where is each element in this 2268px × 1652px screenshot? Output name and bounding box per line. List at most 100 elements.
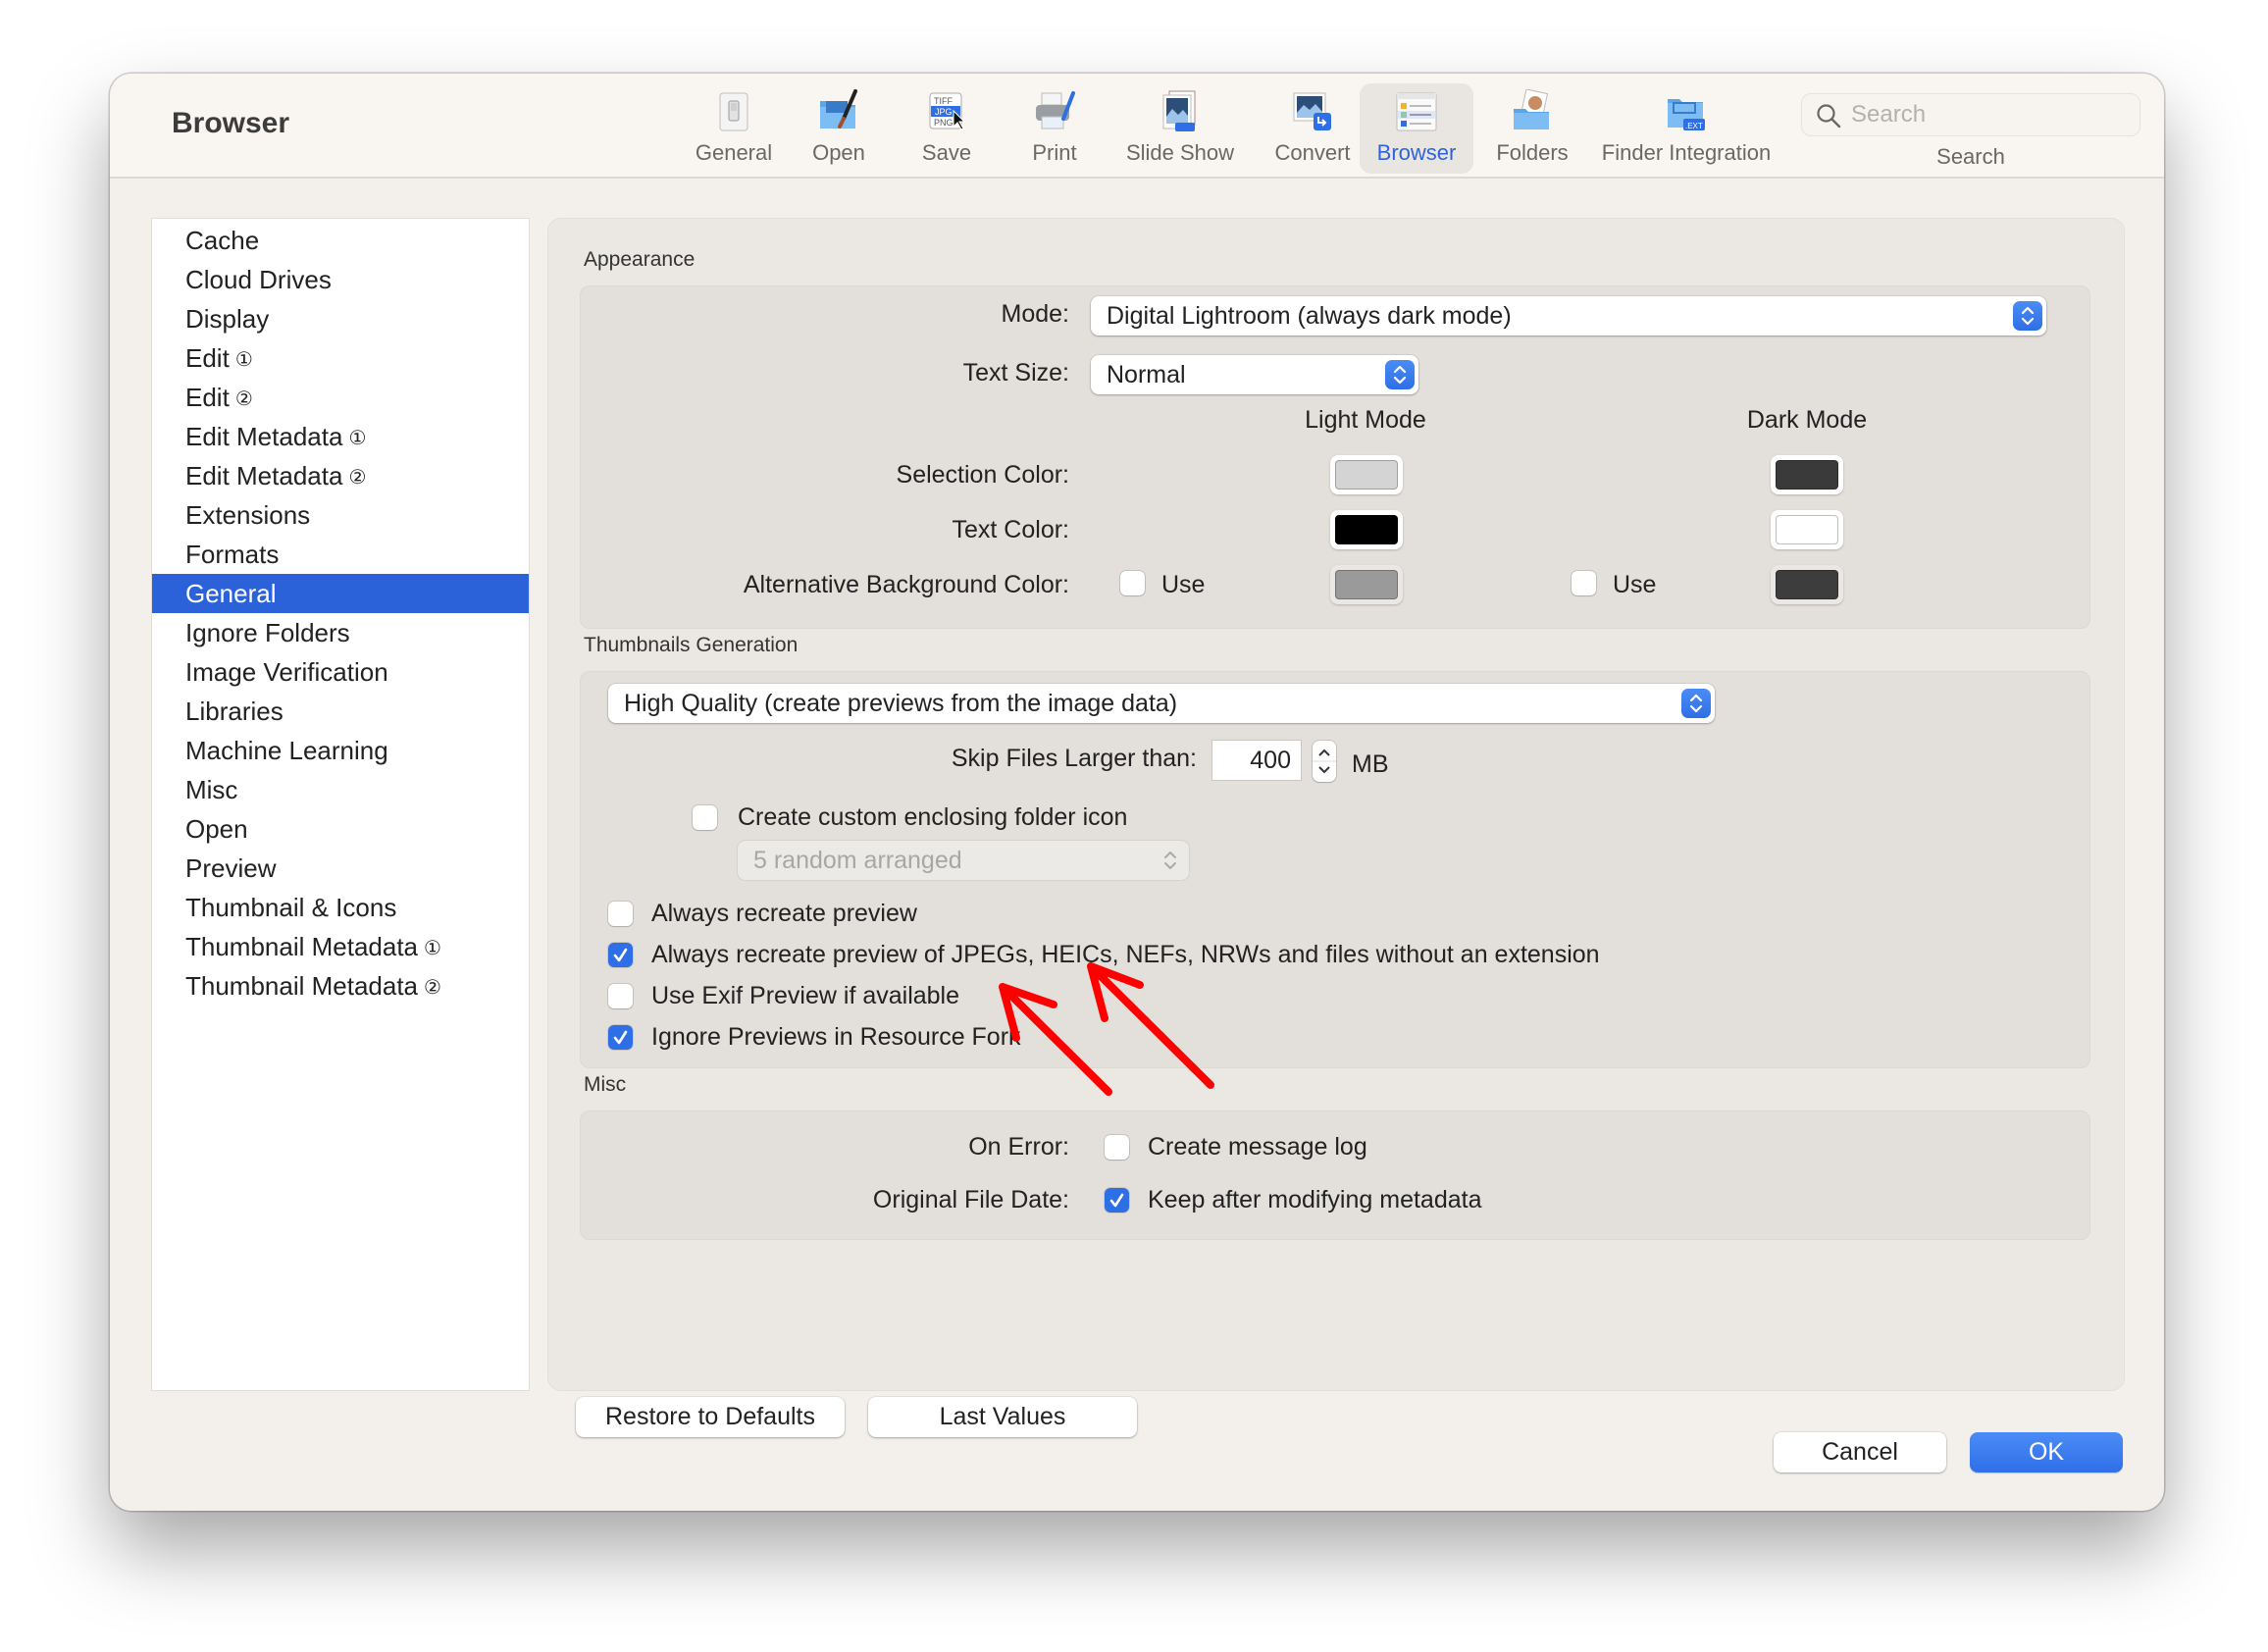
tab-save[interactable]: TIFF JPG PNG Save bbox=[902, 83, 991, 174]
sidebar-item[interactable]: Preview bbox=[152, 849, 529, 888]
thumbnail-option-label[interactable]: Use Exif Preview if available bbox=[651, 982, 959, 1010]
alt-bg-dark-use-checkbox[interactable] bbox=[1572, 571, 1596, 595]
sidebar-item[interactable]: Libraries bbox=[152, 692, 529, 731]
sidebar-item[interactable]: Cache bbox=[152, 221, 529, 260]
thumbnail-option-checkbox[interactable] bbox=[608, 1025, 633, 1050]
sidebar-item[interactable]: Misc bbox=[152, 770, 529, 809]
search-input[interactable] bbox=[1851, 98, 2126, 131]
custom-folder-icon-label[interactable]: Create custom enclosing folder icon bbox=[738, 803, 1127, 832]
cancel-button[interactable]: Cancel bbox=[1774, 1432, 1946, 1472]
sidebar-item-label: Thumbnail Metadata bbox=[185, 932, 419, 961]
tab-browser[interactable]: Browser bbox=[1360, 83, 1473, 174]
last-values-button[interactable]: Last Values bbox=[868, 1397, 1137, 1437]
sidebar-item[interactable]: Edit Metadata ① bbox=[152, 417, 529, 456]
dark-mode-header: Dark Mode bbox=[1746, 406, 1868, 434]
mode-popup[interactable]: Digital Lightroom (always dark mode) bbox=[1091, 296, 2046, 336]
color-swatch bbox=[1335, 515, 1398, 544]
sidebar-item[interactable]: Open bbox=[152, 809, 529, 849]
thumbnails-group: High Quality (create previews from the i… bbox=[580, 671, 2090, 1068]
sidebar-item[interactable]: Image Verification bbox=[152, 652, 529, 692]
alt-bg-color-label: Alternative Background Color: bbox=[743, 571, 1069, 598]
alt-bg-light-use-checkbox[interactable] bbox=[1120, 571, 1145, 595]
misc-group: On Error: Create message log Original Fi… bbox=[580, 1110, 2090, 1240]
category-list[interactable]: Cache Cloud Drives Display Edit ① Edit ② Edit M… bbox=[151, 218, 530, 1391]
ok-button[interactable]: OK bbox=[1970, 1432, 2123, 1472]
create-message-log-checkbox[interactable] bbox=[1105, 1135, 1129, 1160]
thumbnail-option-checkbox[interactable] bbox=[608, 984, 633, 1008]
thumbnail-option-label[interactable]: Always recreate preview of JPEGs, HEICs,… bbox=[651, 941, 1600, 969]
color-swatch bbox=[1335, 570, 1398, 599]
sidebar-item[interactable]: Edit Metadata ② bbox=[152, 456, 529, 495]
color-swatch bbox=[1335, 460, 1398, 490]
tab-open[interactable]: Open bbox=[795, 83, 883, 174]
file-formats-icon: TIFF JPG PNG bbox=[924, 89, 969, 134]
text-size-popup[interactable]: Normal bbox=[1091, 355, 1418, 394]
thumbnail-option-label[interactable]: Always recreate preview bbox=[651, 900, 917, 928]
sidebar-item-label: Thumbnail & Icons bbox=[185, 893, 397, 922]
tab-slide-show[interactable]: Slide Show bbox=[1116, 83, 1244, 174]
thumbnail-option-checkbox[interactable] bbox=[608, 902, 633, 926]
color-swatch bbox=[1776, 570, 1838, 599]
sidebar-item-label: Edit Metadata bbox=[185, 422, 343, 451]
tab-print[interactable]: Print bbox=[1010, 83, 1099, 174]
sidebar-item[interactable]: Extensions bbox=[152, 495, 529, 535]
switch-icon bbox=[711, 89, 756, 134]
selection-color-light-well[interactable] bbox=[1330, 455, 1403, 494]
sidebar-item-label: Edit bbox=[185, 343, 230, 373]
sidebar-item-label: Open bbox=[185, 814, 248, 844]
sidebar-item[interactable]: Formats bbox=[152, 535, 529, 574]
original-file-date-label: Original File Date: bbox=[872, 1186, 1069, 1213]
create-message-log-label[interactable]: Create message log bbox=[1148, 1133, 1367, 1162]
sidebar-item[interactable]: Display bbox=[152, 299, 529, 338]
sidebar-item-label: Display bbox=[185, 304, 270, 334]
sidebar-item[interactable]: Thumbnail Metadata ② bbox=[152, 966, 529, 1006]
window-title: Browser bbox=[172, 107, 290, 139]
sidebar-item[interactable]: Cloud Drives bbox=[152, 260, 529, 299]
mode-value: Digital Lightroom (always dark mode) bbox=[1107, 302, 1512, 330]
sidebar-item-label: General bbox=[185, 579, 277, 608]
tab-finder-integration[interactable]: .EXT Finder Integration bbox=[1593, 83, 1779, 174]
skip-files-unit: MB bbox=[1352, 750, 1389, 778]
sidebar-item[interactable]: Edit ① bbox=[152, 338, 529, 378]
svg-text:.EXT: .EXT bbox=[1685, 122, 1703, 130]
alt-bg-dark-use-label[interactable]: Use bbox=[1613, 571, 1656, 599]
keep-file-date-label[interactable]: Keep after modifying metadata bbox=[1148, 1186, 1481, 1214]
alt-bg-dark-well[interactable] bbox=[1771, 565, 1843, 604]
tab-convert[interactable]: Convert bbox=[1262, 83, 1364, 174]
folder-icon-style-value: 5 random arranged bbox=[753, 847, 962, 874]
folder-icon-style-popup[interactable]: 5 random arranged bbox=[738, 841, 1189, 880]
chevron-updown-icon bbox=[2013, 301, 2042, 331]
chevron-updown-icon bbox=[1156, 846, 1185, 875]
sidebar-item[interactable]: Thumbnail & Icons bbox=[152, 888, 529, 927]
sidebar-item-label: Extensions bbox=[185, 500, 311, 530]
alt-bg-light-well[interactable] bbox=[1330, 565, 1403, 604]
sidebar-item[interactable]: Machine Learning bbox=[152, 731, 529, 770]
selection-color-dark-well[interactable] bbox=[1771, 455, 1843, 494]
text-color-light-well[interactable] bbox=[1330, 510, 1403, 549]
thumbnail-option-checkbox[interactable] bbox=[608, 943, 633, 967]
sidebar-item[interactable]: General bbox=[152, 574, 529, 613]
tab-folders[interactable]: Folders bbox=[1483, 83, 1581, 174]
keep-file-date-checkbox[interactable] bbox=[1105, 1188, 1129, 1213]
sidebar-item-label: Machine Learning bbox=[185, 736, 388, 765]
sidebar-item-label: Cloud Drives bbox=[185, 265, 332, 294]
skip-files-size-input[interactable] bbox=[1212, 741, 1301, 780]
sidebar-item[interactable]: Thumbnail Metadata ① bbox=[152, 927, 529, 966]
alt-bg-light-use-label[interactable]: Use bbox=[1161, 571, 1205, 599]
search-field[interactable] bbox=[1801, 93, 2140, 136]
custom-folder-icon-checkbox[interactable] bbox=[693, 805, 717, 830]
tab-general[interactable]: General bbox=[685, 83, 783, 174]
checkmark-icon bbox=[613, 948, 628, 962]
text-color-dark-well[interactable] bbox=[1771, 510, 1843, 549]
sidebar-item-label: Thumbnail Metadata bbox=[185, 971, 419, 1001]
thumbnail-quality-popup[interactable]: High Quality (create previews from the i… bbox=[608, 684, 1715, 723]
thumbnail-option-label[interactable]: Ignore Previews in Resource Fork bbox=[651, 1023, 1021, 1052]
skip-files-size-stepper[interactable] bbox=[1313, 741, 1336, 782]
restore-defaults-button[interactable]: Restore to Defaults bbox=[576, 1397, 845, 1437]
checkmark-icon bbox=[613, 1030, 628, 1045]
sidebar-item[interactable]: Edit ② bbox=[152, 378, 529, 417]
chevron-updown-icon bbox=[1385, 360, 1415, 389]
sidebar-item[interactable]: Ignore Folders bbox=[152, 613, 529, 652]
appearance-group: Mode: Digital Lightroom (always dark mod… bbox=[580, 285, 2090, 629]
slideshow-icon bbox=[1158, 89, 1203, 134]
